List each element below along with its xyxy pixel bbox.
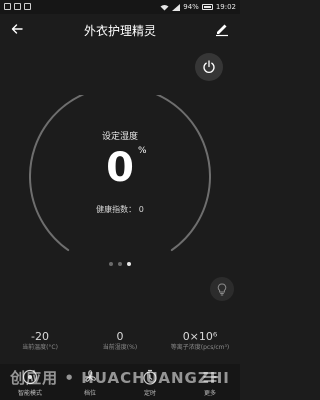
stats-row: -20 当前温度(°C) 0 当前湿度(%) 0×10⁶ 等离子浓度(pcs/c…: [0, 330, 240, 356]
download-icon: [24, 3, 31, 10]
wifi-icon: [160, 4, 169, 10]
page-title: 外衣护理精灵: [83, 24, 156, 38]
temperature-label: 当前温度(°C): [22, 344, 58, 351]
nav-label: 定时: [143, 390, 156, 397]
nav-label: 档位: [83, 390, 96, 397]
signal-icon: [172, 3, 181, 11]
nav-label: 更多: [203, 390, 216, 397]
page-dot[interactable]: [118, 262, 122, 266]
status-bar: 94% 19:02: [0, 0, 240, 14]
setting-humidity-label: 设定湿度: [101, 132, 138, 142]
bottom-nav: 智能模式 档位 定时 更多: [0, 364, 240, 400]
humidity-unit: %: [138, 146, 147, 156]
clock: 19:02: [215, 3, 236, 11]
current-humidity-value: 0: [116, 330, 124, 343]
battery-percent: 94%: [183, 3, 199, 11]
gauge-label: 设定湿度: [0, 124, 240, 143]
smart-mode-icon: [22, 369, 38, 385]
power-button[interactable]: [195, 53, 223, 81]
pencil-icon: [216, 24, 228, 37]
nav-gear[interactable]: 档位: [60, 364, 120, 400]
sim-icon: [4, 3, 11, 10]
nav-timer[interactable]: 定时: [120, 364, 180, 400]
trash-icon: [14, 3, 21, 10]
stat-humidity: 0 当前湿度(%): [80, 330, 160, 356]
edit-button[interactable]: [214, 21, 230, 37]
health-index-label: 健康指数：: [96, 205, 137, 214]
page-dot-active[interactable]: [127, 262, 131, 266]
plasma-value: 0×10⁶: [182, 330, 218, 343]
battery-icon: [201, 4, 213, 10]
power-icon: [203, 60, 215, 73]
nav-more[interactable]: 更多: [180, 364, 240, 400]
current-humidity-label: 当前湿度(%): [102, 344, 138, 351]
humidity-value: 0: [106, 145, 134, 191]
stat-temperature: -20 当前温度(°C): [0, 330, 80, 356]
health-index-value: 0: [138, 205, 144, 214]
light-bulb-icon: [217, 283, 227, 295]
page-dot[interactable]: [109, 262, 113, 266]
title-bar: 外衣护理精灵: [0, 14, 240, 44]
more-icon: [203, 372, 217, 382]
plasma-label: 等离子浓度(pcs/cm³): [170, 344, 230, 351]
stat-plasma: 0×10⁶ 等离子浓度(pcs/cm³): [160, 330, 240, 356]
timer-icon: [143, 369, 157, 385]
temperature-value: -20: [31, 330, 49, 343]
status-left-icons: [4, 3, 31, 10]
health-index: 健康指数： 0: [0, 204, 240, 215]
page-indicator: [0, 262, 240, 266]
fan-icon: [85, 370, 96, 382]
nav-label: 智能模式: [17, 390, 42, 397]
light-button[interactable]: [210, 277, 234, 301]
nav-smart-mode[interactable]: 智能模式: [0, 364, 60, 400]
status-right: 94% 19:02: [160, 3, 236, 11]
